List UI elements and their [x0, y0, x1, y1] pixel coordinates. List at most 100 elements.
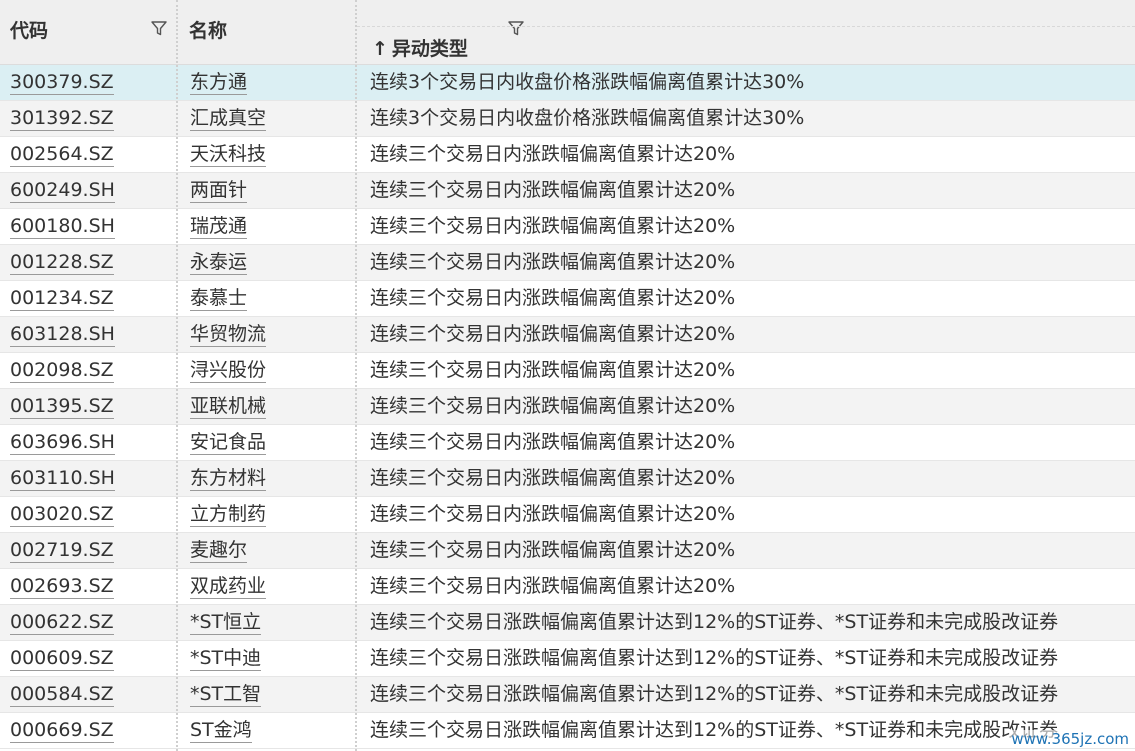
cell-anomaly-type: 连续三个交易日内涨跌幅偏离值累计达20% — [370, 287, 736, 309]
table-row[interactable]: 603696.SH 安记食品 连续三个交易日内涨跌幅偏离值累计达20% — [0, 425, 1135, 461]
stock-name-link[interactable]: 东方材料 — [190, 467, 267, 491]
cell-name: 华贸物流 — [190, 317, 350, 352]
cell-name: 亚联机械 — [190, 389, 350, 424]
cell-anomaly-type: 连续三个交易日内涨跌幅偏离值累计达20% — [370, 179, 736, 201]
sort-ascending-icon: ↑ — [372, 38, 388, 60]
stock-code-link[interactable]: 001395.SZ — [10, 395, 114, 419]
stock-name-link[interactable]: 瑞茂通 — [190, 215, 248, 239]
stock-code-link[interactable]: 001234.SZ — [10, 287, 114, 311]
stock-code-link[interactable]: 300379.SZ — [10, 71, 114, 95]
table-row[interactable]: 301392.SZ 汇成真空 连续3个交易日内收盘价格涨跌幅偏离值累计达30% — [0, 101, 1135, 137]
filter-icon[interactable] — [150, 19, 168, 37]
table-row[interactable]: 600249.SH 两面针 连续三个交易日内涨跌幅偏离值累计达20% — [0, 173, 1135, 209]
stock-code-link[interactable]: 000584.SZ — [10, 683, 114, 707]
table-row[interactable]: 002719.SZ 麦趣尔 连续三个交易日内涨跌幅偏离值累计达20% — [0, 533, 1135, 569]
table-row[interactable]: 002693.SZ 双成药业 连续三个交易日内涨跌幅偏离值累计达20% — [0, 569, 1135, 605]
stock-code-link[interactable]: 000609.SZ — [10, 647, 114, 671]
stock-name-link[interactable]: *ST恒立 — [190, 611, 262, 635]
stock-code-link[interactable]: 603110.SH — [10, 467, 115, 491]
stock-code-link[interactable]: 002693.SZ — [10, 575, 114, 599]
cell-anomaly-type: 连续三个交易日内涨跌幅偏离值累计达20% — [370, 143, 736, 165]
column-divider[interactable] — [176, 0, 178, 751]
cell-anomaly-type: 连续三个交易日内涨跌幅偏离值累计达20% — [370, 395, 736, 417]
table-row[interactable]: 002564.SZ 天沃科技 连续三个交易日内涨跌幅偏离值累计达20% — [0, 137, 1135, 173]
column-header-name-label: 名称 — [189, 20, 228, 42]
stock-name-link[interactable]: 两面针 — [190, 179, 248, 203]
cell-anomaly-type: 连续三个交易日涨跌幅偏离值累计达到12%的ST证券、*ST证券和未完成股改证券 — [370, 647, 1059, 669]
table-row[interactable]: 000669.SZ ST金鸿 连续三个交易日涨跌幅偏离值累计达到12%的ST证券、*… — [0, 713, 1135, 749]
stock-code-link[interactable]: 603696.SH — [10, 431, 115, 455]
cell-code: 301392.SZ — [10, 101, 170, 136]
table-row[interactable]: 603128.SH 华贸物流 连续三个交易日内涨跌幅偏离值累计达20% — [0, 317, 1135, 353]
table-row[interactable]: 003020.SZ 立方制药 连续三个交易日内涨跌幅偏离值累计达20% — [0, 497, 1135, 533]
cell-name: *ST中迪 — [190, 641, 350, 676]
cell-code: 001395.SZ — [10, 389, 170, 424]
column-header-name[interactable]: 名称 — [177, 0, 524, 64]
stock-code-link[interactable]: 603128.SH — [10, 323, 115, 347]
cell-code: 003020.SZ — [10, 497, 170, 532]
stock-name-link[interactable]: *ST中迪 — [190, 647, 262, 671]
stock-name-link[interactable]: 麦趣尔 — [190, 539, 248, 563]
cell-name: 双成药业 — [190, 569, 350, 604]
table-row[interactable]: 002098.SZ 浔兴股份 连续三个交易日内涨跌幅偏离值累计达20% — [0, 353, 1135, 389]
cell-name: 东方通 — [190, 65, 350, 100]
cell-code: 002564.SZ — [10, 137, 170, 172]
cell-anomaly-type: 连续三个交易日内涨跌幅偏离值累计达20% — [370, 251, 736, 273]
cell-anomaly-type: 连续三个交易日内涨跌幅偏离值累计达20% — [370, 215, 736, 237]
cell-code: 603110.SH — [10, 461, 170, 496]
table-row[interactable]: 001228.SZ 永泰运 连续三个交易日内涨跌幅偏离值累计达20% — [0, 245, 1135, 281]
stock-code-link[interactable]: 001228.SZ — [10, 251, 114, 275]
table-row[interactable]: 300379.SZ 东方通 连续3个交易日内收盘价格涨跌幅偏离值累计达30% — [0, 65, 1135, 101]
table-row[interactable]: 001395.SZ 亚联机械 连续三个交易日内涨跌幅偏离值累计达20% — [0, 389, 1135, 425]
stock-code-link[interactable]: 002719.SZ — [10, 539, 114, 563]
stock-name-link[interactable]: 立方制药 — [190, 503, 267, 527]
table-row[interactable]: 603110.SH 东方材料 连续三个交易日内涨跌幅偏离值累计达20% — [0, 461, 1135, 497]
cell-code: 001228.SZ — [10, 245, 170, 280]
table-header: 代码 名称 ↑ 异动类型 — [0, 0, 1135, 65]
column-header-code[interactable]: 代码 — [0, 0, 176, 64]
stock-name-link[interactable]: 双成药业 — [190, 575, 267, 599]
stock-code-link[interactable]: 000622.SZ — [10, 611, 114, 635]
stock-code-link[interactable]: 000669.SZ — [10, 719, 114, 743]
stock-name-link[interactable]: 永泰运 — [190, 251, 248, 275]
stock-code-link[interactable]: 002098.SZ — [10, 359, 114, 383]
stock-name-link[interactable]: 天沃科技 — [190, 143, 267, 167]
cell-name: *ST恒立 — [190, 605, 350, 640]
stock-name-link[interactable]: 汇成真空 — [190, 107, 267, 131]
table-row[interactable]: 001234.SZ 泰慕士 连续三个交易日内涨跌幅偏离值累计达20% — [0, 281, 1135, 317]
table-row[interactable]: 000622.SZ *ST恒立 连续三个交易日涨跌幅偏离值累计达到12%的ST证券、… — [0, 605, 1135, 641]
cell-anomaly-type: 连续三个交易日内涨跌幅偏离值累计达20% — [370, 503, 736, 525]
cell-code: 002098.SZ — [10, 353, 170, 388]
stock-name-link[interactable]: 浔兴股份 — [190, 359, 267, 383]
cell-code: 000622.SZ — [10, 605, 170, 640]
cell-code: 600180.SH — [10, 209, 170, 244]
watermark: www.365jz.com — [1009, 730, 1131, 748]
table-row[interactable]: 000609.SZ *ST中迪 连续三个交易日涨跌幅偏离值累计达到12%的ST证券、… — [0, 641, 1135, 677]
table-row[interactable]: 000584.SZ *ST工智 连续三个交易日涨跌幅偏离值累计达到12%的ST证券、… — [0, 677, 1135, 713]
stock-code-link[interactable]: 600180.SH — [10, 215, 115, 239]
cell-code: 603128.SH — [10, 317, 170, 352]
stock-name-link[interactable]: ST金鸿 — [190, 719, 252, 743]
stock-name-link[interactable]: *ST工智 — [190, 683, 262, 707]
table-body: 300379.SZ 东方通 连续3个交易日内收盘价格涨跌幅偏离值累计达30% 3013… — [0, 65, 1135, 749]
stock-name-link[interactable]: 泰慕士 — [190, 287, 248, 311]
stock-name-link[interactable]: 亚联机械 — [190, 395, 267, 419]
cell-anomaly-type: 连续3个交易日内收盘价格涨跌幅偏离值累计达30% — [370, 107, 805, 129]
stock-anomaly-table: 代码 名称 ↑ 异动类型 300379.SZ 东方通连续3个交易日内收盘价格涨跌幅偏… — [0, 0, 1135, 751]
column-divider[interactable] — [355, 0, 357, 751]
stock-name-link[interactable]: 华贸物流 — [190, 323, 267, 347]
stock-code-link[interactable]: 002564.SZ — [10, 143, 114, 167]
stock-name-link[interactable]: 东方通 — [190, 71, 248, 95]
stock-name-link[interactable]: 安记食品 — [190, 431, 267, 455]
cell-name: 泰慕士 — [190, 281, 350, 316]
stock-code-link[interactable]: 301392.SZ — [10, 107, 114, 131]
column-header-code-label: 代码 — [10, 20, 49, 42]
stock-code-link[interactable]: 600249.SH — [10, 179, 115, 203]
header-divider — [357, 26, 1135, 27]
column-header-type[interactable]: ↑ 异动类型 — [356, 0, 1135, 64]
cell-code: 002719.SZ — [10, 533, 170, 568]
cell-anomaly-type: 连续三个交易日内涨跌幅偏离值累计达20% — [370, 467, 736, 489]
table-row[interactable]: 600180.SH 瑞茂通 连续三个交易日内涨跌幅偏离值累计达20% — [0, 209, 1135, 245]
cell-code: 000584.SZ — [10, 677, 170, 712]
stock-code-link[interactable]: 003020.SZ — [10, 503, 114, 527]
